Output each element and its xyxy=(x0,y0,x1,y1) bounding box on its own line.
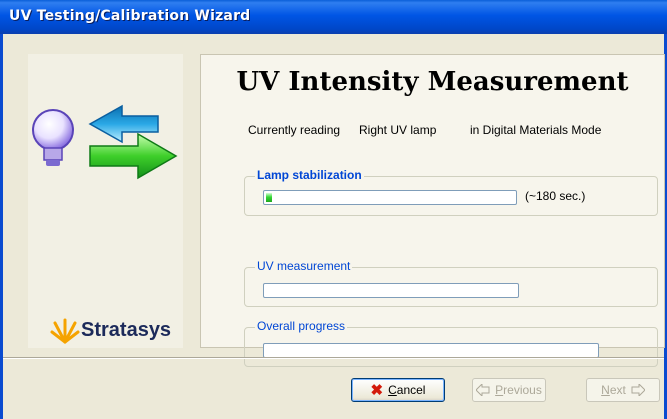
status-lamp: Right UV lamp xyxy=(359,123,437,137)
next-label: Next xyxy=(601,383,626,397)
progress-bar-uv-measurement xyxy=(263,283,519,298)
cancel-button[interactable]: ✖ Cancel xyxy=(351,378,445,402)
group-title-uv-measurement: UV measurement xyxy=(255,259,353,273)
window-title: UV Testing/Calibration Wizard xyxy=(9,8,251,24)
red-x-icon: ✖ xyxy=(370,381,384,399)
left-arrow-icon xyxy=(476,384,490,396)
lamp-with-arrows-icon xyxy=(32,104,178,180)
right-arrow-icon xyxy=(631,384,645,396)
next-button[interactable]: Next xyxy=(586,378,660,402)
main-panel: UV Intensity Measurement Currently readi… xyxy=(200,54,665,367)
wizard-window: UV Testing/Calibration Wizard Stratasys … xyxy=(0,0,667,419)
group-title-lamp-stabilization: Lamp stabilization xyxy=(255,168,364,182)
previous-button[interactable]: Previous xyxy=(472,378,546,402)
group-uv-measurement: UV measurement xyxy=(244,259,658,307)
group-lamp-stabilization: Lamp stabilization (~180 sec.) xyxy=(244,168,658,216)
status-mode: in Digital Materials Mode xyxy=(470,123,602,137)
button-divider xyxy=(3,357,664,359)
page-title: UV Intensity Measurement xyxy=(236,67,629,97)
title-bar[interactable]: UV Testing/Calibration Wizard xyxy=(0,0,667,34)
status-prefix: Currently reading xyxy=(248,123,341,137)
stratasys-logo-icon xyxy=(50,318,80,344)
stabilization-time-note: (~180 sec.) xyxy=(525,189,586,203)
progress-bar-overall xyxy=(263,343,599,358)
group-title-overall-progress: Overall progress xyxy=(255,319,348,333)
progress-fill-lamp-stabilization xyxy=(266,193,272,202)
sidebar-panel: Stratasys xyxy=(28,54,183,348)
cancel-label: Cancel xyxy=(388,383,426,397)
previous-label: Previous xyxy=(495,383,542,397)
window-frame: Stratasys UV Intensity Measurement Curre… xyxy=(0,34,667,419)
progress-bar-lamp-stabilization xyxy=(263,190,517,205)
group-overall-progress: Overall progress xyxy=(244,319,658,367)
logo-text: Stratasys xyxy=(81,319,172,341)
